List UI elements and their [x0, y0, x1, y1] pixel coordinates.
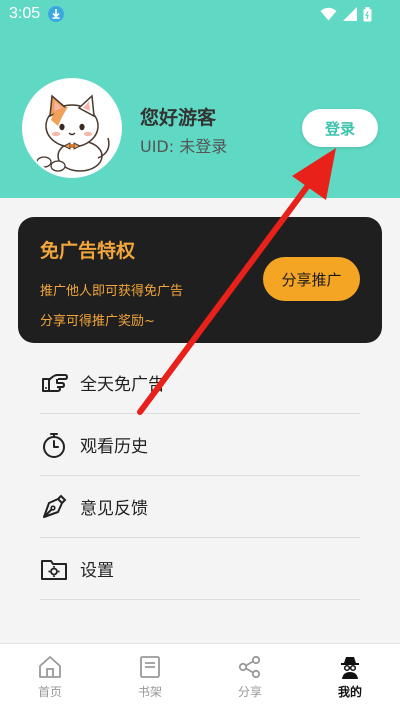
hand-point-icon: [40, 369, 68, 397]
menu-label-settings: 设置: [80, 561, 114, 581]
login-button[interactable]: 登录: [302, 109, 378, 147]
uid-text: UID: 未登录: [140, 137, 228, 156]
bottom-tab-bar: 首页 书架 分享 我的: [0, 643, 400, 710]
home-icon: [39, 656, 61, 678]
promo-description-2: 分享可得推广奖励~: [40, 314, 155, 329]
status-time: 3:05: [9, 5, 41, 22]
menu-label-feedback: 意见反馈: [80, 499, 148, 519]
tab-mine[interactable]: 我的: [300, 644, 400, 710]
stopwatch-icon: [40, 431, 68, 459]
menu-label-ad-free: 全天免广告: [80, 375, 165, 395]
tab-label-bookshelf: 书架: [137, 685, 162, 699]
settings-folder-icon: [40, 555, 68, 583]
tab-label-mine: 我的: [337, 685, 362, 699]
tab-home[interactable]: 首页: [0, 644, 100, 710]
menu-item-ad-free[interactable]: 全天免广告: [40, 352, 360, 414]
book-icon: [140, 656, 160, 678]
status-icons: [320, 6, 372, 22]
pen-nib-icon: [40, 493, 68, 521]
download-icon: [48, 6, 64, 22]
menu-item-settings[interactable]: 设置: [40, 538, 360, 600]
ad-free-promo-card: 免广告特权 推广他人即可获得免广告 分享可得推广奖励~ 分享推广: [18, 217, 382, 343]
battery-icon: [363, 6, 372, 21]
cat-avatar-icon: [36, 94, 110, 172]
tab-share[interactable]: 分享: [200, 644, 300, 710]
tab-label-home: 首页: [37, 685, 62, 699]
promo-title: 免广告特权: [40, 240, 136, 262]
status-bar: 3:05: [0, 0, 400, 30]
menu-item-feedback[interactable]: 意见反馈: [40, 476, 360, 538]
menu-label-history: 观看历史: [80, 437, 148, 457]
share-promote-button[interactable]: 分享推广: [263, 257, 360, 301]
profile-header: 3:05 您好游客 UID: 未登录 登录: [0, 0, 400, 198]
settings-menu: 全天免广告 观看历史 意见反馈 设置: [40, 352, 360, 600]
tab-bookshelf[interactable]: 书架: [100, 644, 200, 710]
user-spy-icon: [341, 657, 359, 679]
tab-label-share: 分享: [237, 685, 262, 699]
greeting-title: 您好游客: [140, 107, 217, 129]
share-icon: [238, 655, 261, 679]
avatar[interactable]: [22, 78, 122, 178]
wifi-icon: [320, 7, 337, 21]
menu-item-history[interactable]: 观看历史: [40, 414, 360, 476]
promo-description-1: 推广他人即可获得免广告: [40, 284, 184, 299]
signal-icon: [343, 7, 357, 21]
